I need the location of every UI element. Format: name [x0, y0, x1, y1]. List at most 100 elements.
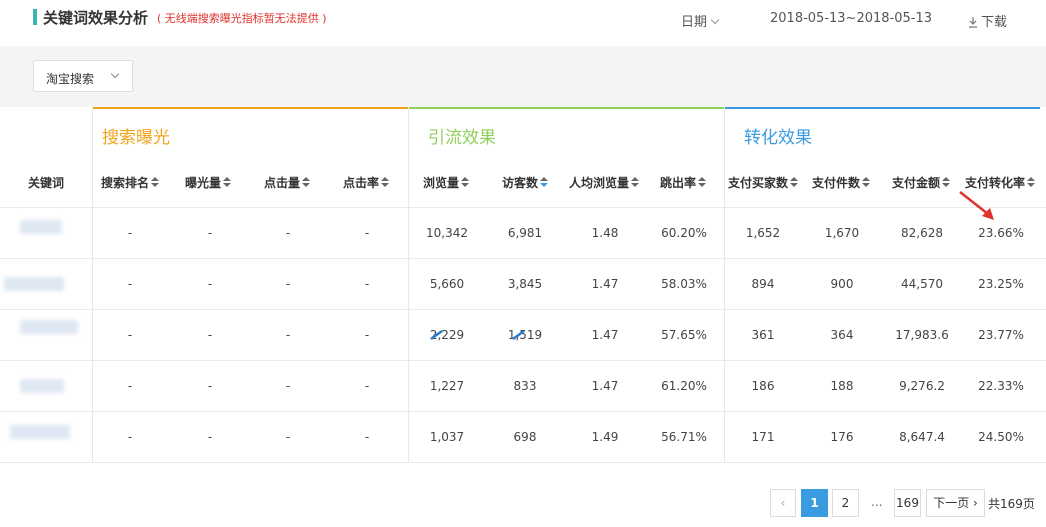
pagination-next-button[interactable]: 下一页 › [926, 489, 985, 517]
date-type-dropdown[interactable]: 日期 [681, 11, 720, 30]
annotation-arrow-icon [959, 191, 994, 220]
cell-pv-per-visitor: 1.47 [591, 277, 619, 291]
sort-icon [862, 177, 871, 188]
cell-impressions: - [207, 379, 213, 393]
date-type-label: 日期 [681, 15, 708, 30]
col-header-label: 搜索排名 [101, 176, 150, 190]
cell-bounce-rate: 56.71% [661, 430, 707, 444]
group-label-conversion: 转化效果 [744, 128, 812, 148]
pagination-page-2[interactable]: 2 [832, 489, 859, 517]
cell-amount: 44,570 [901, 277, 943, 291]
col-header-label: 支付买家数 [728, 176, 789, 190]
sort-icon-active [540, 177, 549, 188]
cell-bounce-rate: 58.03% [661, 277, 707, 291]
col-header-visitors[interactable]: 访客数 [502, 174, 549, 191]
cell-pageviews: 10,342 [426, 226, 468, 240]
cell-bounce-rate: 60.20% [661, 226, 707, 240]
keyword-redacted [10, 425, 70, 439]
sort-icon [223, 177, 232, 188]
cell-ctr: - [364, 430, 370, 444]
sort-icon [461, 177, 470, 188]
keyword-redacted [20, 220, 62, 234]
col-header-ctr[interactable]: 点击率 [343, 174, 390, 191]
col-header-label: 曝光量 [185, 176, 222, 190]
sort-icon [698, 177, 707, 188]
group-label-search: 搜索曝光 [102, 128, 170, 148]
cell-search-rank: - [127, 379, 133, 393]
page-note: ( 无线端搜索曝光指标暂无法提供 ) [157, 12, 327, 25]
sort-icon [302, 177, 311, 188]
keyword-redacted [20, 320, 78, 334]
cell-search-rank: - [127, 226, 133, 240]
col-header-buyers[interactable]: 支付买家数 [728, 174, 799, 191]
cell-impressions: - [207, 277, 213, 291]
cell-clicks: - [285, 430, 291, 444]
col-header-bounce-rate[interactable]: 跳出率 [660, 174, 707, 191]
chevron-down-icon [110, 69, 120, 79]
source-select-value: 淘宝搜索 [46, 72, 95, 86]
col-header-impressions[interactable]: 曝光量 [185, 174, 232, 191]
col-header-label: 支付金额 [892, 176, 941, 190]
row-divider [0, 207, 1046, 208]
page-title: 关键词效果分析 [43, 9, 149, 27]
cell-visitors: 3,845 [507, 277, 543, 291]
cell-items: 364 [830, 328, 854, 342]
date-range-picker[interactable]: 2018-05-13~2018-05-13 [770, 11, 932, 26]
cell-ctr: - [364, 379, 370, 393]
col-header-clicks[interactable]: 点击量 [264, 174, 311, 191]
row-divider [0, 360, 1046, 361]
cell-buyers: 1,652 [745, 226, 781, 240]
pagination-ellipsis: ... [871, 495, 883, 509]
keyword-table: 搜索曝光 引流效果 转化效果 关键词 搜索排名 曝光量 点击量 点击率 浏览量 … [0, 107, 1046, 463]
download-button[interactable]: 下载 [968, 11, 1007, 30]
cell-conv-rate: 23.77% [978, 328, 1024, 342]
cell-pv-per-visitor: 1.49 [591, 430, 619, 444]
col-header-pv-per-visitor[interactable]: 人均浏览量 [569, 174, 640, 191]
cell-items: 176 [830, 430, 854, 444]
cell-pv-per-visitor: 1.47 [591, 328, 619, 342]
col-header-search-rank[interactable]: 搜索排名 [101, 174, 160, 191]
cell-pv-per-visitor: 1.47 [591, 379, 619, 393]
col-header-label: 支付件数 [812, 176, 861, 190]
col-header-pageviews[interactable]: 浏览量 [423, 174, 470, 191]
sort-icon [1027, 177, 1036, 188]
sort-icon [790, 177, 799, 188]
cell-clicks: - [285, 379, 291, 393]
cell-ctr: - [364, 328, 370, 342]
cell-search-rank: - [127, 430, 133, 444]
cell-pageviews: 1,227 [429, 379, 465, 393]
pagination-page-1[interactable]: 1 [801, 489, 828, 517]
cell-impressions: - [207, 430, 213, 444]
sort-icon [151, 177, 160, 188]
cell-clicks: - [285, 226, 291, 240]
cell-ctr: - [364, 277, 370, 291]
cell-buyers: 361 [751, 328, 775, 342]
cell-visitors: 833 [513, 379, 537, 393]
row-divider [0, 309, 1046, 310]
pagination-prev-button[interactable]: ‹ [770, 489, 796, 517]
cell-conv-rate: 22.33% [978, 379, 1024, 393]
conversion-group-bar [724, 107, 1040, 109]
source-select[interactable]: 淘宝搜索 [33, 60, 133, 92]
search-group-bar [92, 107, 408, 109]
cell-conv-rate: 23.25% [978, 277, 1024, 291]
trend-mark-icon [430, 329, 443, 341]
cell-bounce-rate: 61.20% [661, 379, 707, 393]
traffic-group-bar [408, 107, 724, 109]
col-header-conv-rate[interactable]: 支付转化率 [965, 174, 1036, 191]
cell-amount: 82,628 [901, 226, 943, 240]
cell-visitors: 6,981 [507, 226, 543, 240]
cell-amount: 8,647.4 [899, 430, 945, 444]
keyword-redacted [20, 379, 64, 393]
cell-clicks: - [285, 277, 291, 291]
cell-pageviews: 2,229 [429, 328, 465, 342]
col-header-keyword: 关键词 [28, 176, 65, 190]
cell-search-rank: - [127, 328, 133, 342]
pagination-last-page[interactable]: 169 [894, 489, 921, 517]
col-header-label: 跳出率 [660, 176, 697, 190]
col-header-amount[interactable]: 支付金额 [892, 174, 951, 191]
cell-items: 900 [830, 277, 854, 291]
sort-icon [631, 177, 640, 188]
cell-search-rank: - [127, 277, 133, 291]
col-header-items[interactable]: 支付件数 [812, 174, 871, 191]
